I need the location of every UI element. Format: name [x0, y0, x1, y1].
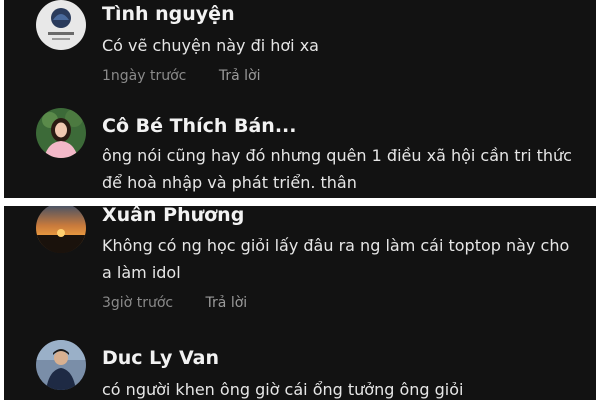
comment-text: Không có ng học giỏi lấy đâu ra ng làm c…	[102, 236, 570, 282]
comment-author[interactable]: Tình nguyện	[102, 3, 235, 25]
avatar[interactable]	[36, 340, 86, 390]
comment-time: 1ngày trước	[102, 68, 187, 84]
avatar-photo-icon	[36, 108, 86, 158]
comment-text: ông nói cũng hay đó nhưng quên 1 điều xã…	[102, 146, 572, 192]
comment-author[interactable]: Duc Ly Van	[102, 347, 219, 369]
avatar-sunset-icon	[36, 206, 86, 253]
comment-author[interactable]: Xuân Phương	[102, 206, 244, 226]
reply-button[interactable]: Trả lời	[219, 68, 261, 84]
comment-meta: 3giờ trước Trả lời	[102, 295, 247, 311]
avatar[interactable]	[36, 206, 86, 253]
comments-panel-top: Tình nguyện Có vẽ chuyện này đi hơi xa 1…	[4, 0, 596, 198]
comment-text: Có vẽ chuyện này đi hơi xa	[102, 36, 319, 55]
comment-text: có người khen ông giờ cái ổng tưởng ông …	[102, 380, 464, 399]
avatar[interactable]	[36, 108, 86, 158]
comment-time: 3giờ trước	[102, 295, 174, 311]
avatar-person-icon	[36, 340, 86, 390]
reply-button[interactable]: Trả lời	[206, 295, 248, 311]
comment-author[interactable]: Cô Bé Thích Bán...	[102, 115, 296, 137]
comment-meta: 1ngày trước Trả lời	[102, 68, 260, 84]
avatar-logo-icon	[36, 0, 86, 50]
avatar[interactable]	[36, 0, 86, 50]
comments-panel-bottom: Xuân Phương Không có ng học giỏi lấy đâu…	[4, 206, 596, 400]
